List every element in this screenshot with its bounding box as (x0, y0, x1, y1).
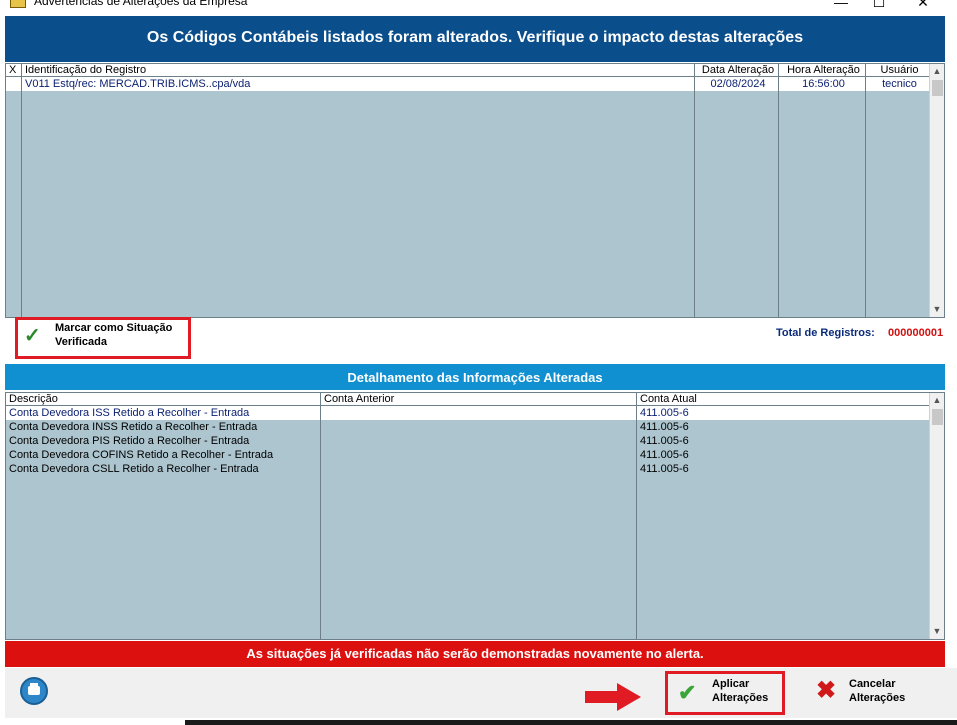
cancel-changes-button[interactable]: Cancelar Alterações (849, 677, 905, 705)
col-descricao[interactable]: Descrição (6, 393, 321, 405)
row-conta-anterior (321, 420, 637, 434)
total-records-value: 000000001 (888, 327, 944, 339)
row-identificacao: V011 Estq/rec: MERCAD.TRIB.ICMS..cpa/vda (22, 77, 695, 91)
detail-title: Detalhamento das Informações Alteradas (5, 364, 945, 390)
close-button[interactable]: ✕ (900, 0, 946, 13)
row-descricao: Conta Devedora COFINS Retido a Recolher … (9, 449, 274, 461)
mark-verified-label[interactable]: Marcar como Situação Verificada (55, 321, 190, 349)
row-descricao: Conta Devedora PIS Retido a Recolher - E… (9, 435, 250, 447)
row-descricao: Conta Devedora CSLL Retido a Recolher - … (9, 463, 259, 475)
row-conta-atual: 411.005-6 (640, 435, 689, 447)
row-conta-atual: 411.005-6 (640, 421, 689, 433)
footer-bar (5, 668, 957, 718)
col-conta-atual[interactable]: Conta Atual (637, 393, 930, 405)
row-conta-atual: 411.005-6 (640, 463, 689, 475)
records-scrollbar[interactable]: ▲ ▼ (929, 64, 944, 317)
total-records-label: Total de Registros: (776, 327, 875, 339)
table-row[interactable]: Conta Devedora PIS Retido a Recolher - E… (6, 434, 944, 448)
scroll-up-icon[interactable]: ▲ (930, 64, 944, 78)
red-arrow-icon (585, 683, 641, 711)
detail-header: Descrição Conta Anterior Conta Atual (6, 393, 944, 406)
row-data: 02/08/2024 (695, 77, 779, 91)
apply-changes-label[interactable]: Aplicar Alterações (712, 677, 768, 705)
row-conta-atual: 411.005-6 (640, 407, 689, 419)
row-conta-anterior (321, 434, 637, 448)
scroll-thumb[interactable] (932, 80, 943, 96)
row-usuario: tecnico (882, 78, 917, 90)
scroll-down-icon[interactable]: ▼ (930, 302, 944, 316)
printer-icon[interactable] (20, 677, 48, 705)
col-conta-anterior[interactable]: Conta Anterior (321, 393, 637, 405)
row-descricao: Conta Devedora INSS Retido a Recolher - … (9, 421, 258, 433)
row-conta-atual: 411.005-6 (640, 449, 689, 461)
row-conta-anterior (321, 448, 637, 462)
records-grid[interactable]: X Identificação do Registro Data Alteraç… (5, 63, 945, 318)
records-header: X Identificação do Registro Data Alteraç… (6, 64, 944, 77)
scroll-up-icon[interactable]: ▲ (930, 393, 944, 407)
row-conta-anterior (321, 406, 637, 420)
row-hora: 16:56:00 (779, 77, 866, 91)
taskbar-edge (185, 720, 957, 725)
warning-banner: As situações já verificadas não serão de… (5, 641, 945, 667)
table-row[interactable]: V011 Estq/rec: MERCAD.TRIB.ICMS..cpa/vda… (6, 77, 930, 91)
detail-scrollbar[interactable]: ▲ ▼ (929, 393, 944, 639)
table-row[interactable]: Conta Devedora INSS Retido a Recolher - … (6, 420, 944, 434)
maximize-button[interactable]: ☐ (856, 0, 902, 13)
row-x[interactable] (6, 77, 22, 91)
col-x[interactable]: X (6, 64, 22, 76)
app-icon (10, 0, 26, 8)
table-row[interactable]: Conta Devedora CSLL Retido a Recolher - … (6, 462, 944, 476)
cancel-x-icon[interactable]: ✖ (816, 676, 836, 705)
col-data[interactable]: Data Alteração (695, 64, 779, 76)
scroll-thumb[interactable] (932, 409, 943, 425)
checkmark-icon: ✓ (24, 325, 41, 347)
detail-grid[interactable]: Descrição Conta Anterior Conta Atual Con… (5, 392, 945, 640)
scroll-down-icon[interactable]: ▼ (930, 624, 944, 638)
apply-check-icon: ✔ (678, 680, 697, 705)
row-descricao: Conta Devedora ISS Retido a Recolher - E… (9, 407, 250, 419)
row-conta-anterior (321, 462, 637, 476)
col-hora[interactable]: Hora Alteração (779, 64, 866, 76)
alert-header: Os Códigos Contábeis listados foram alte… (5, 16, 945, 62)
cancel-label-line2: Alterações (849, 692, 906, 704)
apply-label-line1: Aplicar (712, 678, 750, 690)
col-identificacao[interactable]: Identificação do Registro (22, 64, 695, 76)
table-row[interactable]: Conta Devedora ISS Retido a Recolher - E… (6, 406, 930, 420)
window-title: Advertências de Alterações da Empresa (34, 0, 248, 8)
col-usuario[interactable]: Usuário (866, 64, 930, 76)
cancel-label-line1: Cancelar (849, 678, 896, 690)
apply-label-line2: Alterações (712, 692, 769, 704)
table-row[interactable]: Conta Devedora COFINS Retido a Recolher … (6, 448, 944, 462)
